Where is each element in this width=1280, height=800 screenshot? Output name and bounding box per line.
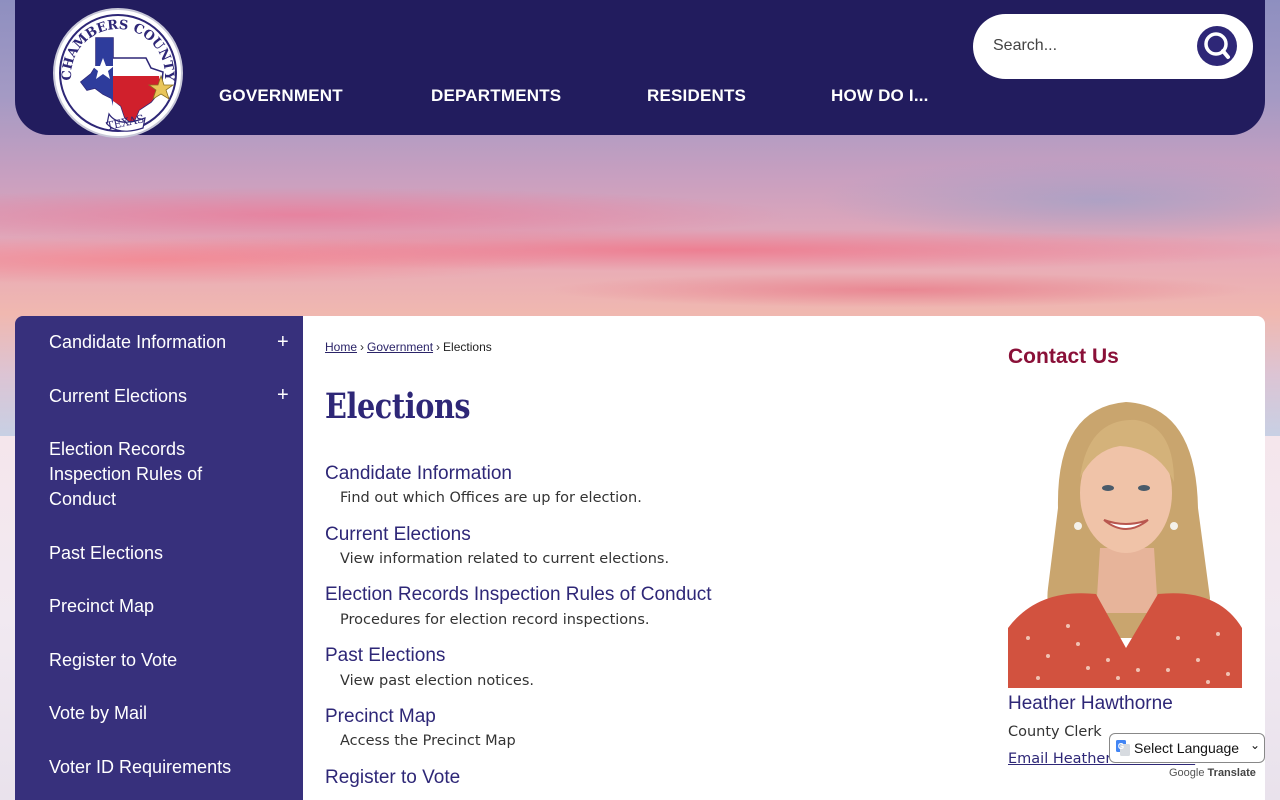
sidebar-item-candidate-information[interactable]: Candidate Information [49,330,269,355]
search-input[interactable] [993,34,1183,58]
breadcrumb-separator: › [436,340,441,354]
chevron-down-icon: ⌄ [1249,738,1260,752]
expand-plus-icon[interactable]: + [277,385,289,405]
entry-description: Access the Precinct Map [340,733,516,749]
entry-link-candidate-information[interactable]: Candidate Information [325,463,512,485]
sidebar-item-past-elections[interactable]: Past Elections [49,541,249,566]
translate-link[interactable]: Translate [1208,767,1256,779]
entry-link-past-elections[interactable]: Past Elections [325,645,445,667]
google-translate-icon: G [1116,740,1130,756]
search-button[interactable] [1197,26,1237,66]
sidebar-item-vote-by-mail[interactable]: Vote by Mail [49,701,249,726]
svg-text:G: G [1118,742,1124,751]
county-seal-logo[interactable]: CHAMBERS COUNTY TEXAS [51,6,185,140]
sidebar-item-precinct-map[interactable]: Precinct Map [49,594,249,619]
nav-residents[interactable]: RESIDENTS [647,86,746,106]
entry-description: Find out which Offices are up for electi… [340,490,642,506]
sidebar-item-election-records[interactable]: Election Records Inspection Rules of Con… [49,437,229,512]
sidebar-item-current-elections[interactable]: Current Elections [49,384,249,409]
section-sidebar-nav: Candidate Information + Current Election… [15,316,303,800]
breadcrumb-home-link[interactable]: Home [325,340,357,354]
page-title: Elections [325,386,471,427]
main-content: Home › Government › Elections Elections Cand… [303,316,1265,800]
contact-photo [1008,398,1242,688]
search-icon [1204,32,1230,59]
sidebar-item-voter-id-requirements[interactable]: Voter ID Requirements [49,755,269,780]
sidebar-item-register-to-vote[interactable]: Register to Vote [49,648,249,673]
contact-name: Heather Hawthorne [1008,693,1173,714]
breadcrumb-current: Elections [443,340,492,354]
nav-government[interactable]: GOVERNMENT [219,86,343,106]
breadcrumb-separator: › [360,340,365,354]
expand-plus-icon[interactable]: + [277,332,289,352]
breadcrumb: Home › Government › Elections [325,340,492,354]
entry-link-election-records[interactable]: Election Records Inspection Rules of Con… [325,584,712,606]
entry-link-register-to-vote[interactable]: Register to Vote [325,767,460,789]
google-logo-text: Google [1169,767,1205,779]
entry-description: View information related to current elec… [340,551,670,567]
nav-departments[interactable]: DEPARTMENTS [431,86,561,106]
entry-link-precinct-map[interactable]: Precinct Map [325,706,436,728]
entry-link-current-elections[interactable]: Current Elections [325,524,471,546]
entry-description: View past election notices. [340,673,535,689]
breadcrumb-government-link[interactable]: Government [367,340,433,354]
language-select-label: Select Language [1134,740,1240,756]
contact-role: County Clerk [1008,724,1102,740]
language-select[interactable]: G Select Language ⌄ [1109,733,1265,763]
contact-us-heading: Contact Us [1008,345,1119,368]
nav-how-do-i[interactable]: HOW DO I... [831,86,929,106]
entry-description: Procedures for election record inspectio… [340,612,650,628]
google-translate-credit: Google Translate [1169,767,1256,779]
